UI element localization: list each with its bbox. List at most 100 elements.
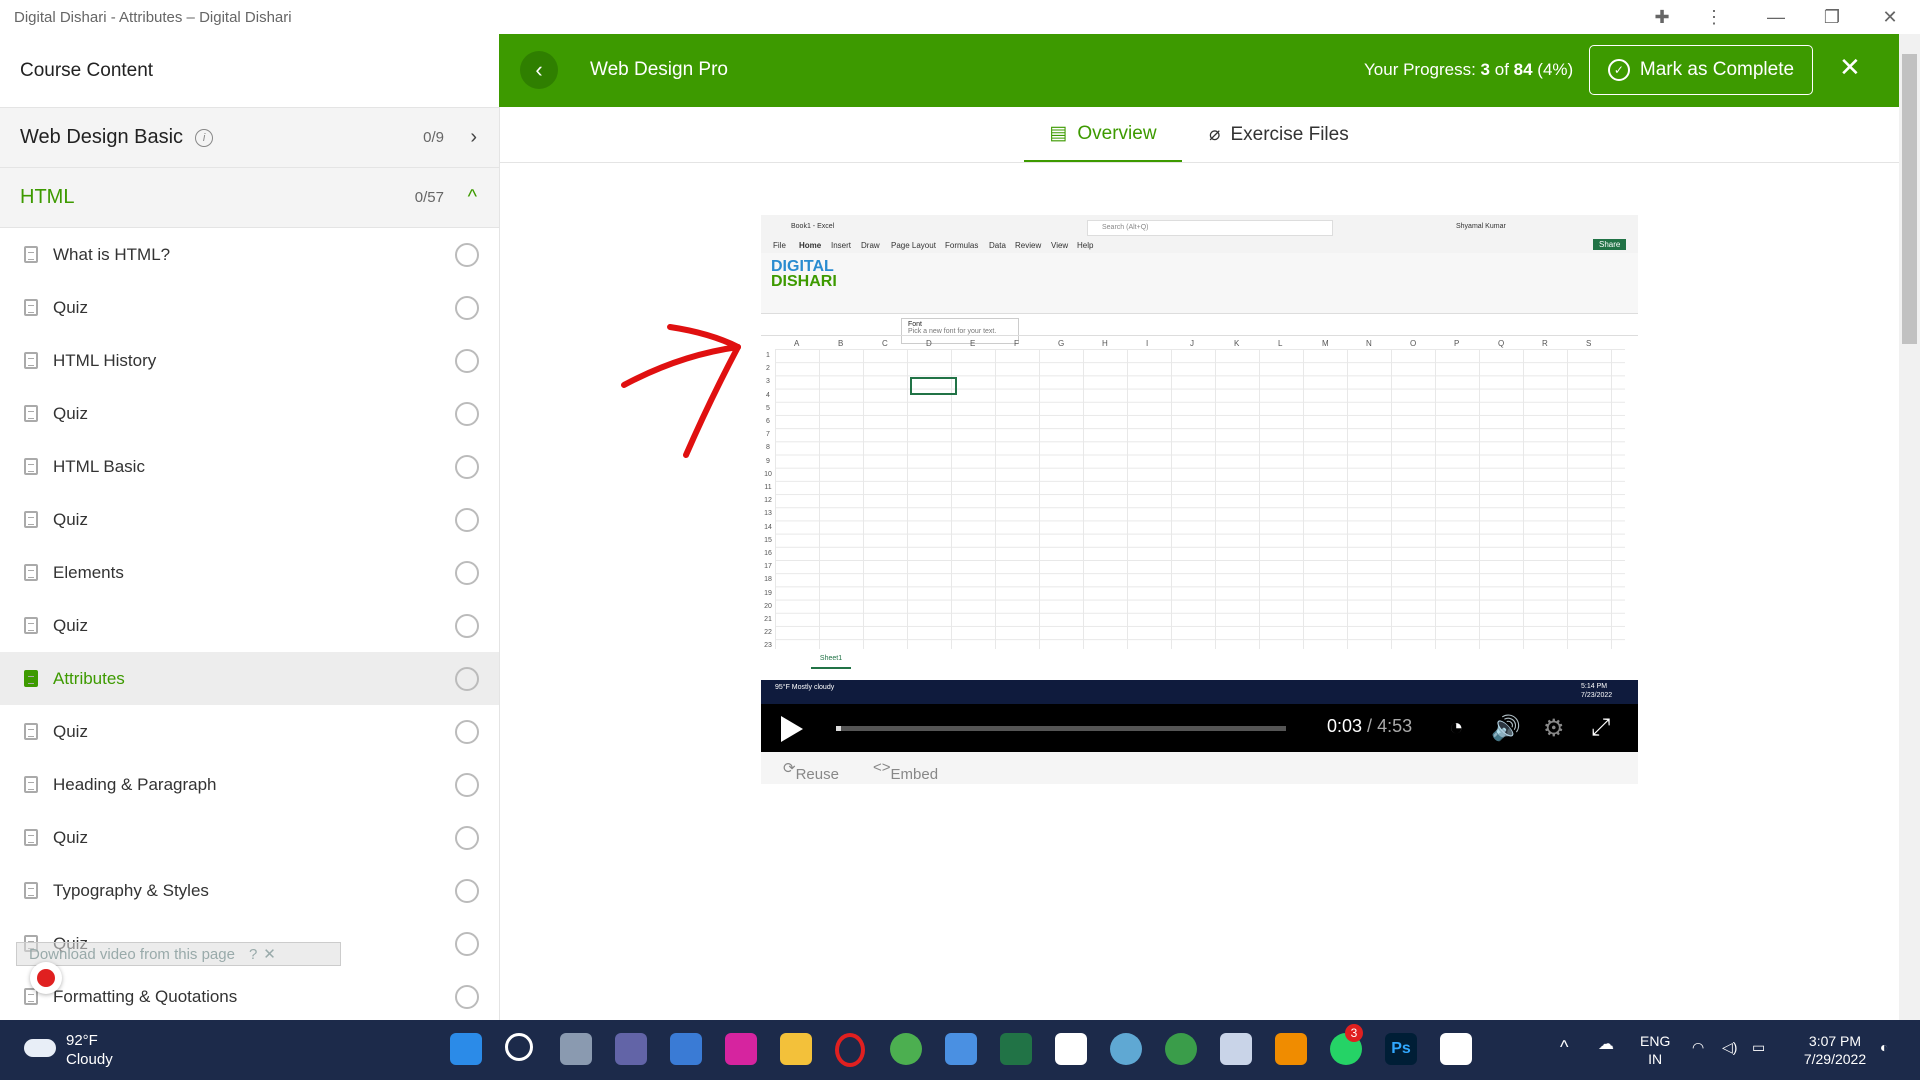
more-menu-icon[interactable]: ⋮	[1702, 5, 1726, 29]
chevron-up-icon[interactable]: ^	[1560, 1038, 1568, 1056]
completion-radio[interactable]	[455, 401, 479, 426]
completion-radio[interactable]	[455, 295, 479, 320]
edge-icon[interactable]	[1165, 1033, 1197, 1065]
lesson-item[interactable]: Quiz	[0, 811, 499, 864]
lesson-item[interactable]: Heading & Paragraph	[0, 758, 499, 811]
completion-radio[interactable]	[455, 772, 479, 797]
excel-row-header: 17	[764, 563, 772, 571]
clock[interactable]: 3:07 PM 7/29/2022	[1790, 1032, 1880, 1068]
info-icon[interactable]: i	[195, 128, 214, 147]
close-window-icon[interactable]: ✕	[1878, 5, 1902, 29]
lesson-item[interactable]: HTML History	[0, 334, 499, 387]
completion-radio[interactable]	[455, 348, 479, 373]
lesson-item-active[interactable]: Attributes	[0, 652, 499, 705]
minimize-icon[interactable]: —	[1764, 5, 1788, 29]
chrome-icon[interactable]	[890, 1033, 922, 1065]
completion-radio[interactable]	[455, 666, 479, 691]
store-icon[interactable]	[670, 1033, 702, 1065]
embed-button[interactable]: <> Embed	[873, 759, 938, 783]
language-indicator[interactable]: ENG IN	[1640, 1032, 1670, 1068]
start-icon[interactable]	[450, 1033, 482, 1065]
photoshop-icon[interactable]: Ps	[1385, 1033, 1417, 1065]
notepad-icon[interactable]	[945, 1033, 977, 1065]
lesson-item[interactable]: Quiz	[0, 705, 499, 758]
lesson-label: Quiz	[53, 615, 88, 635]
topic-web-design-basic[interactable]: Web Design Basic i 0/9 ›	[0, 108, 499, 168]
lesson-item[interactable]: Formatting & Quotations	[0, 970, 499, 1020]
excel-column-header: M	[1322, 339, 1329, 348]
reuse-button[interactable]: ⟳ Reuse	[783, 759, 839, 783]
course-header: ‹ Web Design Pro Your Progress: 3 of 84 …	[499, 34, 1899, 107]
lesson-item[interactable]: Quiz	[0, 599, 499, 652]
extensions-icon[interactable]: ✚	[1650, 5, 1674, 29]
lesson-item[interactable]: Elements	[0, 546, 499, 599]
lesson-item[interactable]: Typography & Styles	[0, 864, 499, 917]
completion-radio[interactable]	[455, 454, 479, 479]
tab-overview[interactable]: ▤ Overview	[1024, 107, 1182, 162]
tab-exercise-files[interactable]: ⌀ Exercise Files	[1209, 107, 1349, 162]
completion-radio[interactable]	[455, 931, 479, 956]
speed-icon[interactable]: ◔	[1449, 714, 1464, 742]
notion-icon[interactable]	[1055, 1033, 1087, 1065]
opera-icon[interactable]	[835, 1033, 865, 1067]
completion-radio[interactable]	[455, 560, 479, 585]
page-scrollbar[interactable]	[1899, 34, 1920, 1020]
download-video-bar[interactable]: Download video from this page? ✕	[16, 942, 341, 966]
restore-icon[interactable]: ❐	[1820, 5, 1844, 29]
sublime-text-icon[interactable]	[1275, 1033, 1307, 1065]
document-icon	[24, 299, 38, 316]
video-player[interactable]: Book1 - Excel Search (Alt+Q) Shyamal Kum…	[761, 215, 1638, 752]
file-explorer-icon[interactable]	[780, 1033, 812, 1065]
excel-icon[interactable]	[1000, 1033, 1032, 1065]
lesson-item[interactable]: What is HTML?	[0, 228, 499, 281]
lesson-item[interactable]: Quiz	[0, 387, 499, 440]
lesson-item[interactable]: HTML Basic	[0, 440, 499, 493]
lesson-label: HTML History	[53, 350, 157, 370]
completion-radio[interactable]	[455, 719, 479, 744]
completion-radio[interactable]	[455, 242, 479, 267]
battery-icon[interactable]: ▭	[1752, 1038, 1765, 1056]
settings-gear-icon[interactable]: ⚙	[1543, 714, 1565, 743]
onedrive-icon[interactable]: ☁	[1598, 1036, 1614, 1054]
fullscreen-icon[interactable]: ⤢	[1591, 714, 1610, 742]
play-icon[interactable]	[781, 716, 803, 742]
seek-bar[interactable]	[836, 726, 1286, 731]
progress-of: of	[1490, 60, 1514, 79]
back-arrow-icon[interactable]: ‹	[520, 51, 558, 89]
topic-html[interactable]: HTML 0/57 ^	[0, 168, 499, 228]
notification-bell-icon[interactable]	[30, 962, 62, 994]
volume-icon[interactable]: ◁)	[1722, 1038, 1737, 1056]
chrome-app-icon[interactable]	[1440, 1033, 1472, 1065]
check-circle-icon: ✓	[1607, 59, 1630, 81]
menu-item: Review	[1015, 241, 1042, 250]
weather-condition: Cloudy	[66, 1051, 113, 1068]
teams-icon[interactable]	[615, 1033, 647, 1065]
lesson-item[interactable]: Quiz	[0, 281, 499, 334]
weather-widget[interactable]: 92°F Cloudy	[24, 1031, 113, 1069]
search-icon[interactable]	[505, 1033, 533, 1061]
excel-row-header: 10	[764, 470, 772, 478]
close-icon[interactable]: ✕	[1839, 52, 1861, 83]
completion-radio[interactable]	[455, 507, 479, 532]
notification-icon[interactable]: ◐	[1880, 1038, 1888, 1056]
instagram-icon[interactable]	[725, 1033, 757, 1065]
edge-dev-icon[interactable]	[1110, 1033, 1142, 1065]
snipping-tool-icon[interactable]	[1220, 1033, 1252, 1065]
excel-row-header: 9	[766, 457, 770, 465]
lesson-item[interactable]: Quiz	[0, 493, 499, 546]
completion-radio[interactable]	[455, 613, 479, 638]
completion-radio[interactable]	[455, 825, 479, 850]
task-view-icon[interactable]	[560, 1033, 592, 1065]
wifi-icon[interactable]: ◠	[1692, 1038, 1704, 1056]
completion-radio[interactable]	[455, 878, 479, 903]
mark-as-complete-button[interactable]: ✓ Mark as Complete	[1589, 45, 1813, 95]
close-icon[interactable]: ✕	[263, 945, 276, 963]
completion-radio[interactable]	[455, 984, 479, 1009]
scrollbar-thumb[interactable]	[1902, 54, 1917, 344]
excel-title: Book1 - Excel	[791, 223, 835, 230]
excel-menu: File Home Insert Draw Page Layout Formul…	[761, 239, 1638, 253]
volume-icon[interactable]: 🔊	[1491, 714, 1521, 743]
video-controls: 0:03 / 4:53 ◔ 🔊 ⚙ ⤢	[761, 704, 1638, 752]
help-icon[interactable]: ?	[249, 946, 257, 963]
content-tabs: ▤ Overview ⌀ Exercise Files	[499, 107, 1899, 163]
